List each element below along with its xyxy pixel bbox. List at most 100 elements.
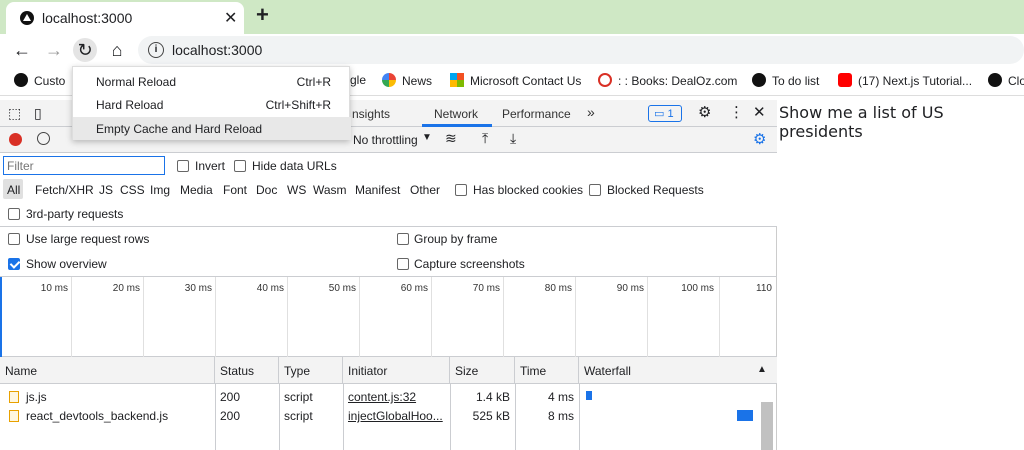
close-tab-icon[interactable]: ✕ xyxy=(224,8,237,28)
tick-label: 20 ms xyxy=(112,283,140,294)
bookmark-item[interactable]: Microsoft Contact Us xyxy=(450,73,581,88)
sort-ascending-icon[interactable]: ▲ xyxy=(757,364,767,375)
chevron-down-icon: ▼ xyxy=(422,132,432,143)
network-conditions-icon[interactable]: ≋ xyxy=(445,130,457,147)
group-by-frame-checkbox[interactable] xyxy=(397,233,409,245)
column-header-status[interactable]: Status xyxy=(215,357,279,384)
menu-item-hard-reload[interactable]: Hard Reload Ctrl+Shift+R xyxy=(73,93,351,116)
filter-input[interactable] xyxy=(3,156,165,175)
bookmark-item[interactable]: To do list xyxy=(752,73,819,88)
site-info-icon[interactable]: i xyxy=(148,42,164,58)
bookmark-item[interactable]: : : Books: DealOz.com xyxy=(598,73,737,88)
type-filter-css[interactable]: CSS xyxy=(120,183,145,197)
triangle-icon xyxy=(752,73,766,87)
type-filter-other[interactable]: Other xyxy=(410,183,440,197)
blocked-cookies-checkbox[interactable] xyxy=(455,184,467,196)
table-row[interactable]: js.js 200 script content.js:32 1.4 kB 4 … xyxy=(0,387,760,406)
capture-screenshots-checkbox[interactable] xyxy=(397,258,409,270)
request-initiator-link[interactable]: injectGlobalHoo... xyxy=(343,406,450,425)
forward-icon[interactable]: → xyxy=(42,38,66,62)
throttling-select[interactable]: No throttling xyxy=(353,133,418,147)
menu-item-empty-cache-hard-reload[interactable]: Empty Cache and Hard Reload xyxy=(73,117,351,140)
bookmark-item[interactable]: News xyxy=(382,73,432,88)
clear-icon[interactable] xyxy=(37,132,50,145)
column-header-size[interactable]: Size xyxy=(450,357,515,384)
page-body-text: Show me a list of US presidents xyxy=(779,103,944,141)
reload-context-menu: Normal Reload Ctrl+R Hard Reload Ctrl+Sh… xyxy=(72,66,351,140)
bookmark-item[interactable]: Clo xyxy=(988,73,1024,88)
upload-icon[interactable]: ⤒ xyxy=(482,130,488,147)
table-scrollbar[interactable] xyxy=(761,402,773,450)
bookmark-item[interactable]: (17) Next.js Tutorial... xyxy=(838,73,972,88)
bookmark-item[interactable]: gle xyxy=(350,73,366,87)
record-icon[interactable] xyxy=(9,133,22,146)
column-header-time[interactable]: Time xyxy=(515,357,579,384)
invert-checkbox[interactable] xyxy=(177,160,189,172)
new-tab-button[interactable]: + xyxy=(256,2,269,28)
close-devtools-icon[interactable]: ✕ xyxy=(753,103,766,121)
request-time: 4 ms xyxy=(547,390,574,404)
request-time: 8 ms xyxy=(547,409,574,423)
third-party-checkbox[interactable] xyxy=(8,208,20,220)
bookmark-item[interactable]: Custo xyxy=(14,73,65,88)
type-filter-wasm[interactable]: Wasm xyxy=(313,183,347,197)
show-overview-label: Show overview xyxy=(26,257,107,271)
show-overview-checkbox[interactable] xyxy=(8,258,20,270)
type-filter-ws[interactable]: WS xyxy=(287,183,306,197)
hide-data-urls-checkbox[interactable] xyxy=(234,160,246,172)
tab-strip: localhost:3000 ✕ + xyxy=(0,0,1024,34)
type-filter-doc[interactable]: Doc xyxy=(256,183,277,197)
address-bar[interactable]: i localhost:3000 xyxy=(138,36,1024,64)
column-header-name[interactable]: Name xyxy=(0,357,215,384)
device-toolbar-icon[interactable]: ▯ xyxy=(34,105,42,122)
column-header-initiator[interactable]: Initiator xyxy=(343,357,450,384)
back-icon[interactable]: ← xyxy=(10,38,34,62)
tab-performance[interactable]: Performance xyxy=(502,107,571,121)
requests-table: Name Status Type Initiator Size Time Wat… xyxy=(0,357,777,450)
blocked-requests-checkbox[interactable] xyxy=(589,184,601,196)
column-header-type[interactable]: Type xyxy=(279,357,343,384)
messages-badge[interactable]: ▭ 1 xyxy=(648,105,682,122)
type-filter-img[interactable]: Img xyxy=(150,183,170,197)
script-file-icon xyxy=(9,410,19,422)
tab-lighthouse[interactable]: nsights xyxy=(352,107,390,121)
browser-tab[interactable]: localhost:3000 ✕ xyxy=(6,2,244,34)
type-filter-font[interactable]: Font xyxy=(223,183,247,197)
tick-label: 60 ms xyxy=(400,283,428,294)
type-filter-media[interactable]: Media xyxy=(180,183,213,197)
type-filter-all[interactable]: All xyxy=(7,183,20,197)
overview-gridline xyxy=(431,277,432,357)
request-initiator-link[interactable]: content.js:32 xyxy=(343,387,450,406)
script-file-icon xyxy=(9,391,19,403)
tick-label: 70 ms xyxy=(472,283,500,294)
hide-data-urls-label: Hide data URLs xyxy=(252,159,337,173)
network-settings: Use large request rows Group by frame Sh… xyxy=(0,227,777,277)
tab-network[interactable]: Network xyxy=(434,107,478,121)
gear-icon[interactable]: ⚙ xyxy=(698,103,711,121)
request-status: 200 xyxy=(220,409,241,423)
youtube-icon xyxy=(838,73,852,87)
request-type: script xyxy=(284,390,313,404)
overview-gridline xyxy=(215,277,216,357)
column-header-waterfall[interactable]: Waterfall xyxy=(579,357,777,384)
download-icon[interactable]: ⤓ xyxy=(510,130,516,147)
more-options-icon[interactable]: ⋮ xyxy=(729,103,744,121)
more-tabs-icon[interactable]: » xyxy=(587,104,595,120)
large-rows-checkbox[interactable] xyxy=(8,233,20,245)
timeline-overview[interactable]: 10 ms 20 ms 30 ms 40 ms 50 ms 60 ms 70 m… xyxy=(0,277,777,357)
table-row[interactable]: react_devtools_backend.js 200 script inj… xyxy=(0,406,760,425)
network-settings-gear-icon[interactable]: ⚙ xyxy=(753,130,766,148)
reload-icon[interactable]: ↻ xyxy=(73,38,97,62)
inspect-element-icon[interactable]: ⬚ xyxy=(8,105,21,122)
request-size: 1.4 kB xyxy=(475,390,510,404)
navigation-bar: ← → ↻ ⌂ i localhost:3000 xyxy=(0,34,1024,66)
type-filter-fetch[interactable]: Fetch/XHR xyxy=(35,183,94,197)
menu-item-normal-reload[interactable]: Normal Reload Ctrl+R xyxy=(73,70,351,93)
type-filter-manifest[interactable]: Manifest xyxy=(355,183,400,197)
request-status: 200 xyxy=(220,390,241,404)
capture-screenshots-label: Capture screenshots xyxy=(414,257,525,271)
home-icon[interactable]: ⌂ xyxy=(105,38,129,62)
overview-cursor xyxy=(0,277,2,357)
overview-gridline xyxy=(647,277,648,357)
type-filter-js[interactable]: JS xyxy=(99,183,113,197)
